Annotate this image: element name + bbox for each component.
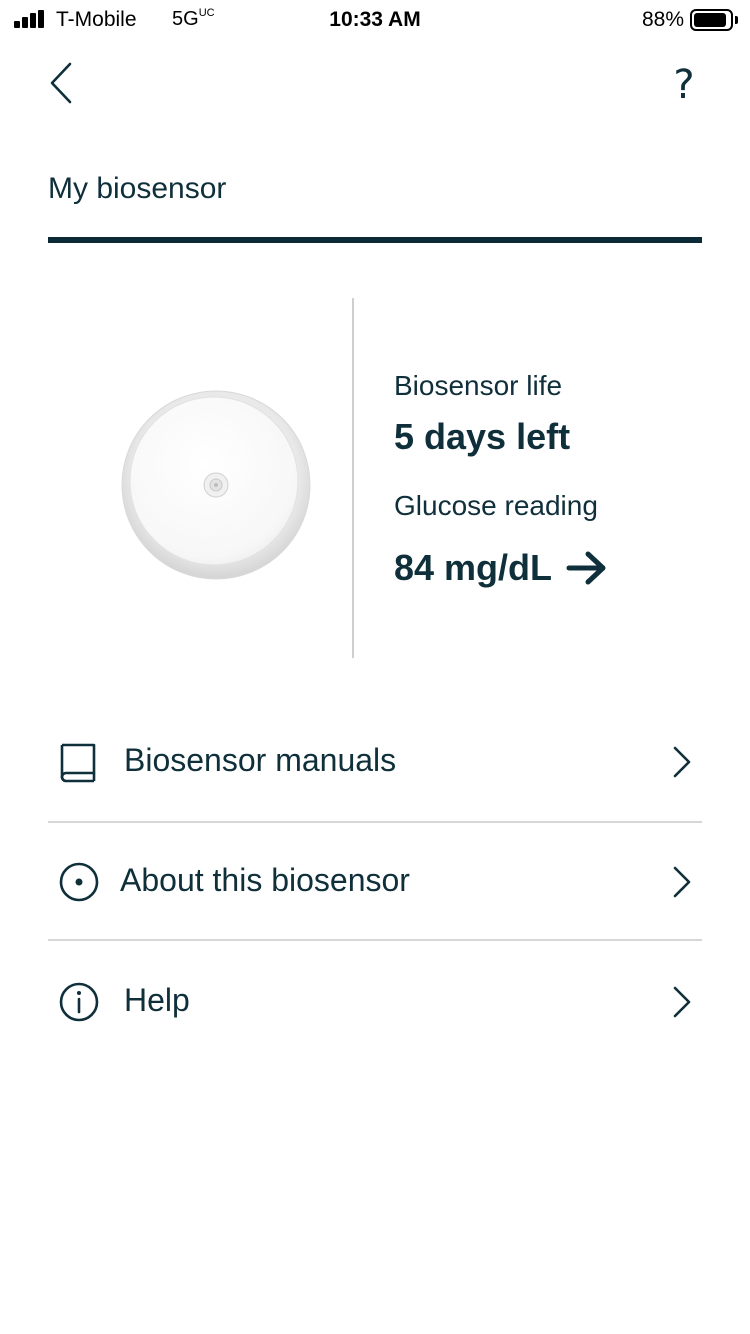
tab-my-biosensor[interactable]: My biosensor <box>48 172 226 206</box>
biosensor-life-value: 5 days left <box>394 416 571 457</box>
help-button[interactable]: ? <box>664 60 704 110</box>
status-bar: T-Mobile 5GUC 10:33 AM 88% <box>0 0 750 40</box>
chevron-right-icon <box>673 746 691 778</box>
menu-item-label: Biosensor manuals <box>124 742 397 778</box>
biosensor-life-label: Biosensor life <box>394 370 563 401</box>
menu-item-label: About this biosensor <box>120 862 410 898</box>
book-icon <box>60 743 96 783</box>
menu-item-help[interactable]: Help <box>48 942 702 1060</box>
menu-divider <box>48 939 702 941</box>
info-icon <box>59 982 99 1022</box>
chevron-right-icon <box>673 866 691 898</box>
chevron-right-icon <box>673 986 691 1018</box>
battery-icon <box>690 9 738 31</box>
status-time: 10:33 AM <box>329 8 421 31</box>
vertical-divider <box>352 298 354 658</box>
glucose-reading-label: Glucose reading <box>394 490 598 521</box>
battery-percent: 88% <box>641 8 684 31</box>
glucose-reading-value: 84 mg/dL <box>394 547 553 588</box>
back-button[interactable] <box>40 58 84 108</box>
tab-underline <box>48 237 702 243</box>
chevron-left-icon <box>50 62 72 104</box>
menu-item-about-this-biosensor[interactable]: About this biosensor <box>48 822 702 940</box>
menu-item-label: Help <box>124 982 190 1018</box>
sensor-circle-icon <box>59 862 99 902</box>
menu-item-biosensor-manuals[interactable]: Biosensor manuals <box>48 702 702 820</box>
glucose-reading-link[interactable]: 84 mg/dL <box>394 544 608 592</box>
arrow-right-icon <box>566 551 606 585</box>
biosensor-image <box>120 389 312 581</box>
